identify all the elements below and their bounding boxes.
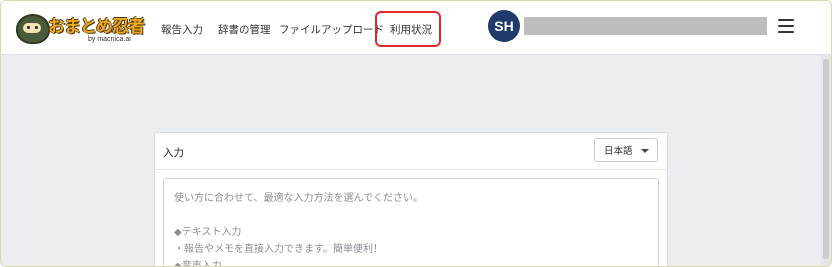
mascot-face xyxy=(23,23,41,33)
menu-line xyxy=(778,19,794,21)
app-logo[interactable]: おまとめ忍者 by macnica.ai xyxy=(16,10,145,46)
logo-subtitle: by macnica.ai xyxy=(88,36,131,43)
language-select[interactable]: 日本語 xyxy=(594,138,658,162)
card-divider xyxy=(155,169,667,170)
user-name-redacted xyxy=(524,17,767,35)
report-input-textarea[interactable]: 使い方に合わせて、最適な入力方法を選んでください。 ◆テキスト入力 ・報告やメモ… xyxy=(163,178,659,266)
input-card-title: 入力 xyxy=(163,147,184,159)
language-select-value: 日本語 xyxy=(604,146,633,157)
nav-report-input[interactable]: 報告入力 xyxy=(161,22,203,37)
nav-highlight-annotation xyxy=(375,11,441,47)
logo-title: おまとめ忍者 xyxy=(48,17,145,37)
mascot-eye-right xyxy=(35,26,38,29)
menu-line xyxy=(778,31,794,33)
page-scrollbar[interactable] xyxy=(821,55,831,266)
user-avatar[interactable]: SH xyxy=(488,10,520,42)
hamburger-menu-icon[interactable] xyxy=(778,19,794,33)
app-window: おまとめ忍者 by macnica.ai 報告入力 辞書の管理 ファイルアップロ… xyxy=(0,0,832,267)
top-navigation-bar: おまとめ忍者 by macnica.ai 報告入力 辞書の管理 ファイルアップロ… xyxy=(1,1,831,55)
chevron-down-icon xyxy=(641,149,649,153)
nav-file-upload[interactable]: ファイルアップロード xyxy=(279,22,384,37)
ninja-mascot-icon xyxy=(16,14,50,44)
scrollbar-thumb[interactable] xyxy=(823,59,829,259)
mascot-eye-left xyxy=(27,26,30,29)
nav-dictionary-management[interactable]: 辞書の管理 xyxy=(218,22,271,37)
input-card: 入力 日本語 使い方に合わせて、最適な入力方法を選んでください。 ◆テキスト入力… xyxy=(154,132,668,266)
menu-line xyxy=(778,25,794,27)
